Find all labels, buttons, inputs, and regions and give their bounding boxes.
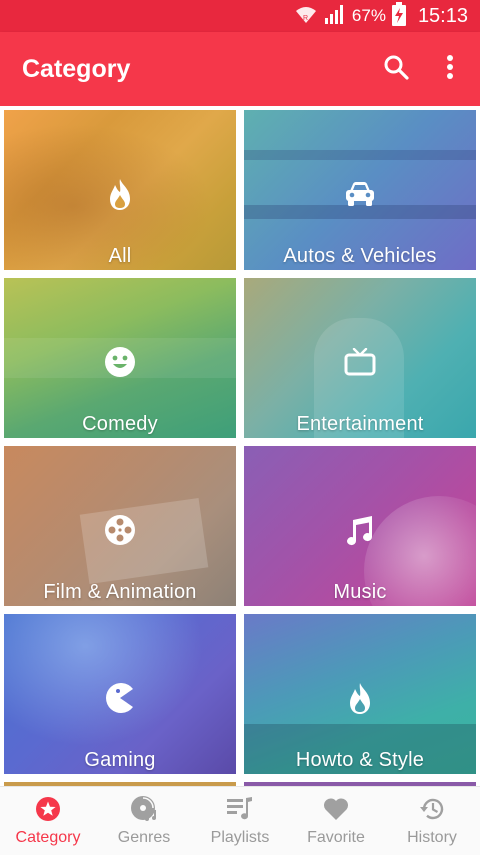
category-tile-comedy[interactable]: Comedy: [4, 278, 236, 438]
nav-item-history[interactable]: History: [384, 787, 480, 855]
category-tile-music[interactable]: Music: [244, 446, 476, 606]
tile-label: Music: [333, 581, 387, 603]
tile-label: All: [108, 245, 132, 267]
category-tile-entertainment[interactable]: Entertainment: [244, 278, 476, 438]
heart-icon: [322, 795, 350, 823]
signal-icon: [324, 3, 346, 30]
search-button[interactable]: [372, 45, 420, 93]
battery-percent: 67%: [351, 6, 386, 25]
smiley-icon: [100, 342, 140, 382]
battery-charging-icon: [391, 1, 406, 31]
fire-icon: [340, 678, 380, 718]
nav-item-category[interactable]: Category: [0, 787, 96, 855]
tv-icon: [340, 342, 380, 382]
tile-label: Film & Animation: [43, 581, 197, 603]
tile-label: Comedy: [82, 413, 158, 435]
category-tile-howto-style[interactable]: Howto & Style: [244, 614, 476, 774]
app-bar: Category: [0, 32, 480, 106]
car-icon: [340, 174, 380, 214]
category-tile-autos-vehicles[interactable]: Autos & Vehicles: [244, 110, 476, 270]
search-icon: [383, 54, 409, 85]
bottom-navigation: Category Genres Playlists Favorite Histo…: [0, 786, 480, 855]
overflow-menu-button[interactable]: [426, 45, 474, 93]
history-icon: [418, 795, 446, 823]
pacman-icon: [100, 678, 140, 718]
category-grid: All Autos & Vehicles Comedy Entertainmen…: [0, 106, 480, 786]
nav-label: Category: [15, 829, 81, 846]
wifi-icon: R: [294, 3, 318, 30]
tile-label: Howto & Style: [295, 749, 425, 771]
clock: 15:13: [417, 4, 468, 27]
fire-icon: [100, 174, 140, 214]
nav-label: Favorite: [307, 829, 365, 846]
nav-item-favorite[interactable]: Favorite: [288, 787, 384, 855]
more-vert-icon: [446, 54, 454, 85]
nav-item-playlists[interactable]: Playlists: [192, 787, 288, 855]
category-tile-gaming[interactable]: Gaming: [4, 614, 236, 774]
page-title: Category: [22, 54, 131, 83]
svg-text:R: R: [303, 15, 308, 22]
playlist-icon: [226, 795, 254, 823]
status-bar: R 67% 15:13: [0, 0, 480, 32]
film-reel-icon: [100, 510, 140, 550]
nav-item-genres[interactable]: Genres: [96, 787, 192, 855]
category-tile-all[interactable]: All: [4, 110, 236, 270]
disc-icon: [130, 795, 158, 823]
music-note-icon: [340, 510, 380, 550]
tile-label: Gaming: [84, 749, 156, 771]
star-circle-icon: [34, 795, 62, 823]
category-tile-film-animation[interactable]: Film & Animation: [4, 446, 236, 606]
nav-label: Genres: [117, 829, 171, 846]
tile-label: Autos & Vehicles: [283, 245, 437, 267]
nav-label: Playlists: [210, 829, 270, 846]
tile-label: Entertainment: [296, 413, 424, 435]
nav-label: History: [407, 829, 457, 846]
